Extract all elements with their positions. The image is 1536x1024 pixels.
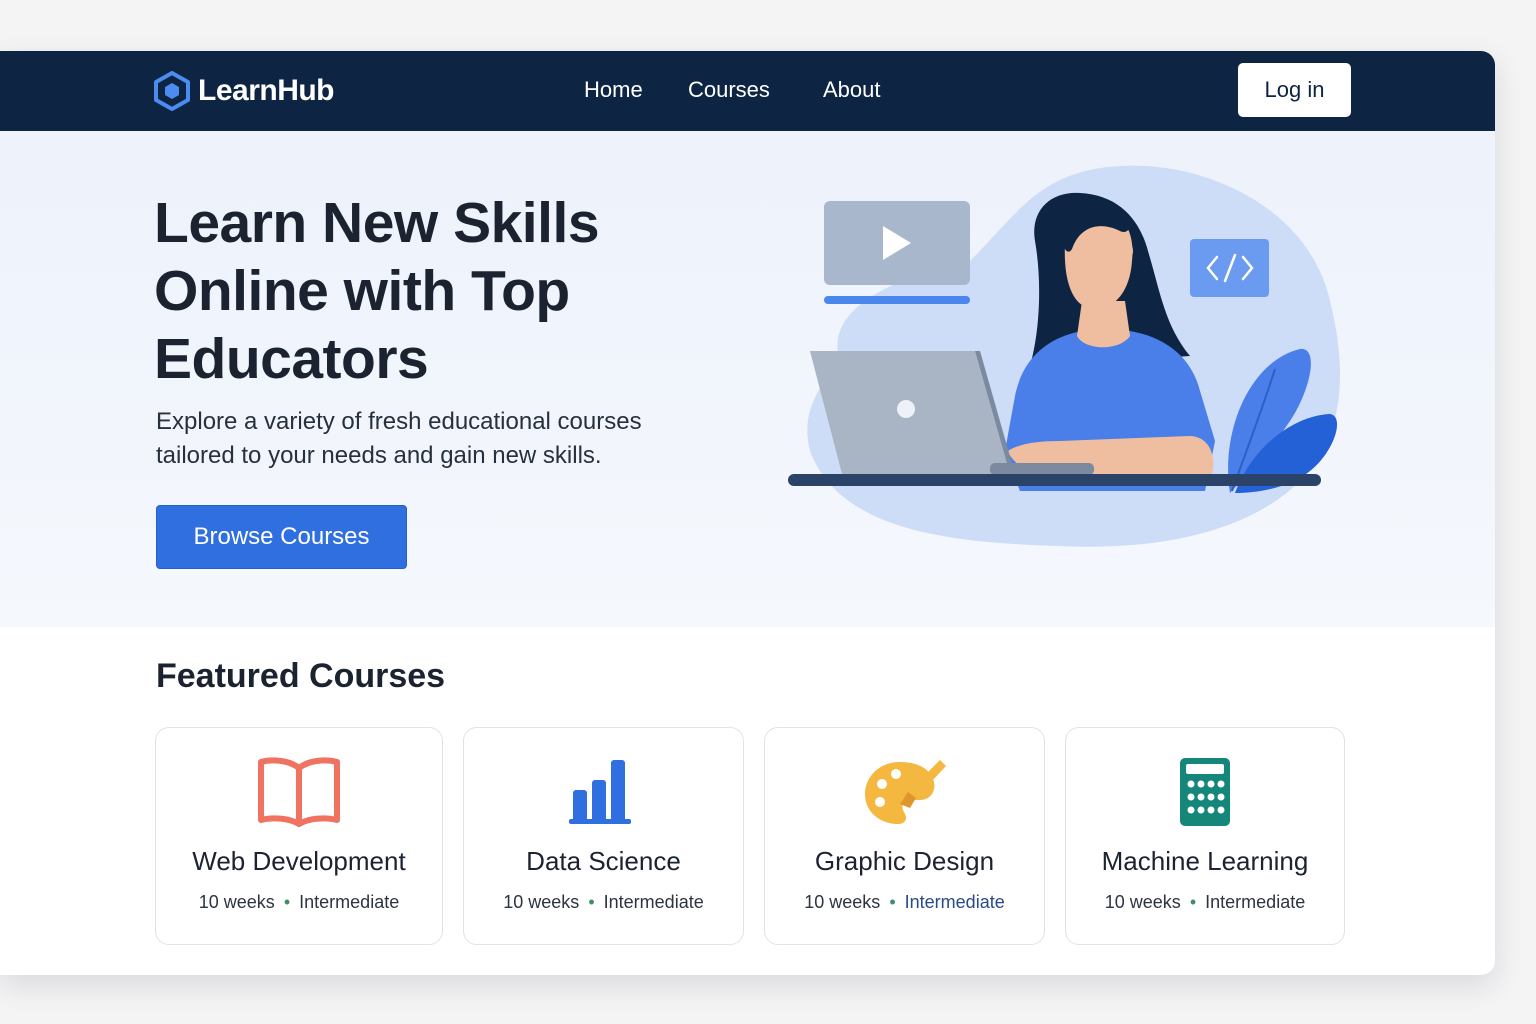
course-level: Intermediate bbox=[299, 892, 400, 912]
hero-illustration bbox=[788, 165, 1340, 547]
palette-icon bbox=[864, 760, 946, 824]
course-card-graphic-design[interactable]: Graphic Design 10 weeks • Intermediate bbox=[764, 727, 1045, 945]
course-meta: 10 weeks • Intermediate bbox=[1066, 892, 1344, 913]
course-duration: 10 weeks bbox=[804, 892, 881, 912]
course-meta: 10 weeks • Intermediate bbox=[464, 892, 743, 913]
hexagon-logo-icon bbox=[154, 71, 190, 111]
code-tag-icon bbox=[1190, 239, 1269, 297]
brand-logo[interactable]: LearnHub bbox=[154, 71, 335, 111]
brand-name: LearnHub bbox=[198, 74, 335, 107]
featured-courses-title: Featured Courses bbox=[156, 657, 446, 695]
course-meta: 10 weeks • Intermediate bbox=[156, 892, 442, 913]
bar-chart-icon bbox=[568, 760, 631, 824]
hero-title-line: Educators bbox=[154, 327, 429, 391]
meta-separator: • bbox=[283, 892, 291, 912]
navbar: LearnHub Home Courses About Log in bbox=[0, 51, 1495, 131]
course-duration: 10 weeks bbox=[503, 892, 580, 912]
hero-section: Learn New Skills Online with Top Educato… bbox=[0, 131, 1495, 627]
course-duration: 10 weeks bbox=[198, 892, 275, 912]
hero-subtitle-line: tailored to your needs and gain new skil… bbox=[156, 442, 602, 469]
browse-courses-button[interactable]: Browse Courses bbox=[156, 505, 407, 569]
course-title: Web Development bbox=[192, 846, 406, 876]
nav-courses-link[interactable]: Courses bbox=[688, 77, 770, 103]
nav-about-link[interactable]: About bbox=[823, 77, 881, 103]
hero-title-line: Learn New Skills bbox=[154, 191, 600, 255]
meta-separator: • bbox=[588, 892, 595, 912]
hero-subtitle: Explore a variety of fresh educational c… bbox=[156, 405, 716, 473]
book-icon bbox=[258, 757, 340, 827]
nav-home-link[interactable]: Home bbox=[584, 77, 643, 103]
course-level: Intermediate bbox=[603, 892, 704, 912]
course-card-web-development[interactable]: Web Development 10 weeks • Intermediate bbox=[155, 727, 443, 945]
hero-subtitle-line: Explore a variety of fresh educational c… bbox=[156, 408, 642, 435]
course-level: Intermediate bbox=[904, 892, 1005, 912]
course-level: Intermediate bbox=[1205, 892, 1306, 912]
login-button[interactable]: Log in bbox=[1238, 63, 1351, 117]
meta-separator: • bbox=[889, 892, 896, 912]
course-title: Machine Learning bbox=[1101, 846, 1309, 876]
hero-title: Learn New Skills Online with Top Educato… bbox=[154, 189, 714, 393]
course-duration: 10 weeks bbox=[1104, 892, 1181, 912]
desk bbox=[788, 474, 1321, 486]
course-title: Graphic Design bbox=[814, 846, 995, 876]
course-title: Data Science bbox=[526, 846, 681, 876]
meta-separator: • bbox=[1189, 892, 1197, 912]
course-card-data-science[interactable]: Data Science 10 weeks • Intermediate bbox=[463, 727, 744, 945]
course-meta: 10 weeks • Intermediate bbox=[765, 892, 1044, 913]
browser-window: LearnHub Home Courses About Log in Learn… bbox=[0, 51, 1495, 975]
calculator-icon bbox=[1180, 758, 1230, 826]
hero-title-line: Online with Top bbox=[154, 259, 570, 323]
course-card-machine-learning[interactable]: Machine Learning 10 weeks • Intermediate bbox=[1065, 727, 1345, 945]
